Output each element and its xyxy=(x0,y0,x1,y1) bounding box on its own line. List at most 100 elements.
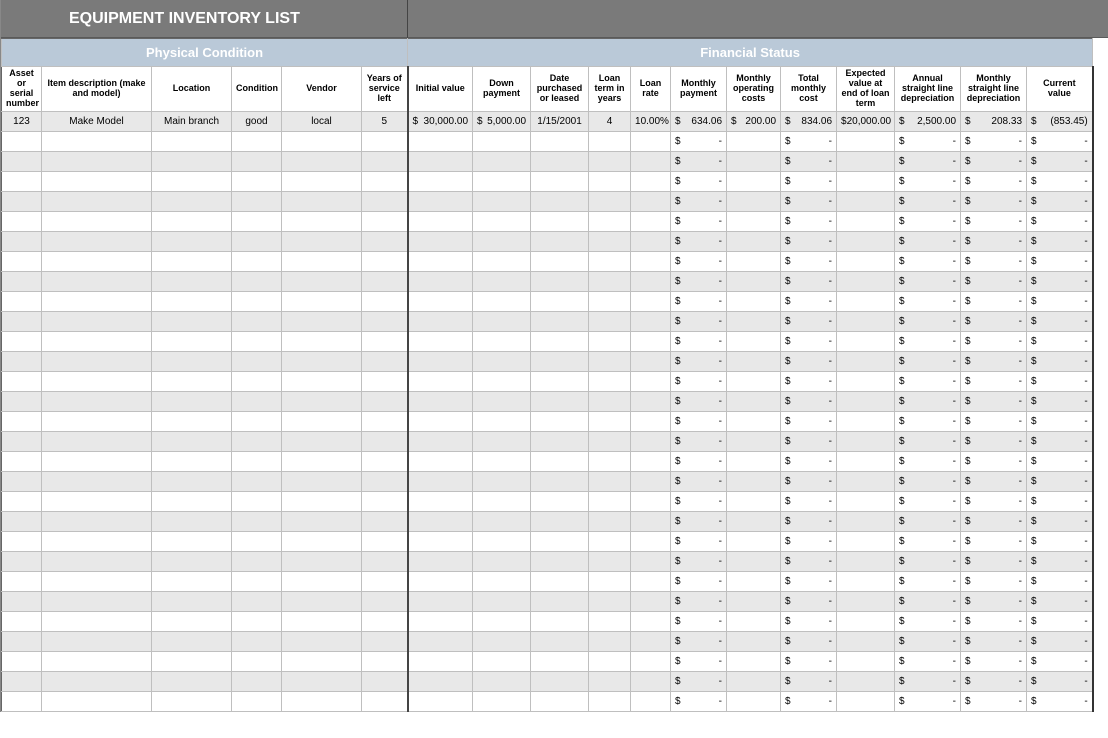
cell[interactable] xyxy=(232,451,282,471)
cell[interactable] xyxy=(362,391,408,411)
cell[interactable] xyxy=(631,251,671,271)
cell[interactable] xyxy=(282,371,362,391)
cell[interactable]: $- xyxy=(1027,591,1093,611)
table-row[interactable]: $-$-$-$-$- xyxy=(2,151,1093,171)
cell[interactable] xyxy=(727,571,781,591)
cell[interactable] xyxy=(2,591,42,611)
cell[interactable] xyxy=(42,371,152,391)
cell[interactable] xyxy=(2,291,42,311)
cell[interactable] xyxy=(727,691,781,711)
cell[interactable] xyxy=(408,471,473,491)
cell[interactable] xyxy=(727,631,781,651)
cell[interactable]: $- xyxy=(961,651,1027,671)
cell[interactable] xyxy=(2,511,42,531)
cell[interactable] xyxy=(837,671,895,691)
cell[interactable] xyxy=(232,371,282,391)
cell[interactable] xyxy=(589,391,631,411)
cell[interactable]: $- xyxy=(895,151,961,171)
cell[interactable]: $- xyxy=(781,171,837,191)
cell[interactable]: $- xyxy=(895,371,961,391)
cell[interactable] xyxy=(473,271,531,291)
cell[interactable] xyxy=(232,431,282,451)
cell[interactable] xyxy=(837,131,895,151)
cell[interactable] xyxy=(232,131,282,151)
cell[interactable]: $- xyxy=(671,631,727,651)
cell[interactable]: $- xyxy=(781,651,837,671)
cell[interactable] xyxy=(408,351,473,371)
cell[interactable]: $- xyxy=(961,291,1027,311)
cell[interactable]: $- xyxy=(781,471,837,491)
cell[interactable] xyxy=(42,271,152,291)
cell[interactable] xyxy=(531,551,589,571)
cell[interactable]: $- xyxy=(671,151,727,171)
cell[interactable] xyxy=(531,351,589,371)
cell[interactable] xyxy=(282,311,362,331)
cell-condition[interactable]: good xyxy=(232,111,282,131)
cell[interactable] xyxy=(531,511,589,531)
cell[interactable]: $- xyxy=(895,311,961,331)
cell[interactable] xyxy=(282,291,362,311)
cell[interactable] xyxy=(42,251,152,271)
cell[interactable] xyxy=(473,151,531,171)
cell[interactable]: $- xyxy=(961,211,1027,231)
cell[interactable] xyxy=(531,411,589,431)
cell[interactable] xyxy=(282,211,362,231)
cell[interactable] xyxy=(232,551,282,571)
cell[interactable] xyxy=(408,671,473,691)
cell[interactable]: $- xyxy=(961,631,1027,651)
cell[interactable] xyxy=(282,671,362,691)
cell[interactable]: $- xyxy=(961,131,1027,151)
cell[interactable] xyxy=(837,571,895,591)
cell[interactable] xyxy=(362,131,408,151)
cell[interactable] xyxy=(42,451,152,471)
table-row[interactable]: $-$-$-$-$- xyxy=(2,211,1093,231)
cell[interactable] xyxy=(42,611,152,631)
cell[interactable] xyxy=(531,651,589,671)
cell[interactable] xyxy=(837,351,895,371)
cell[interactable]: $- xyxy=(781,271,837,291)
cell[interactable] xyxy=(473,211,531,231)
cell[interactable] xyxy=(232,491,282,511)
cell[interactable]: $- xyxy=(961,331,1027,351)
table-row[interactable]: $-$-$-$-$- xyxy=(2,551,1093,571)
cell[interactable] xyxy=(42,231,152,251)
cell[interactable] xyxy=(2,411,42,431)
cell-rate[interactable]: 10.00% xyxy=(631,111,671,131)
cell[interactable]: $- xyxy=(1027,171,1093,191)
cell-exp[interactable]: $20,000.00 xyxy=(837,111,895,131)
table-row[interactable]: $-$-$-$-$- xyxy=(2,451,1093,471)
cell[interactable] xyxy=(42,671,152,691)
cell[interactable] xyxy=(589,251,631,271)
table-row[interactable]: $-$-$-$-$- xyxy=(2,291,1093,311)
cell[interactable] xyxy=(282,391,362,411)
cell[interactable] xyxy=(42,591,152,611)
cell[interactable] xyxy=(531,431,589,451)
cell[interactable] xyxy=(589,651,631,671)
cell[interactable]: $- xyxy=(1027,231,1093,251)
cell[interactable]: $- xyxy=(895,131,961,151)
cell[interactable]: $- xyxy=(781,431,837,451)
cell[interactable] xyxy=(42,571,152,591)
cell[interactable] xyxy=(589,271,631,291)
cell[interactable] xyxy=(362,211,408,231)
cell[interactable]: $- xyxy=(1027,191,1093,211)
cell[interactable] xyxy=(2,611,42,631)
cell[interactable] xyxy=(408,431,473,451)
cell[interactable] xyxy=(837,531,895,551)
cell[interactable] xyxy=(282,531,362,551)
table-row[interactable]: $-$-$-$-$- xyxy=(2,431,1093,451)
cell[interactable] xyxy=(631,351,671,371)
cell[interactable]: $- xyxy=(781,691,837,711)
cell[interactable] xyxy=(473,171,531,191)
cell[interactable] xyxy=(837,431,895,451)
cell[interactable] xyxy=(531,371,589,391)
cell[interactable]: $- xyxy=(781,391,837,411)
cell[interactable] xyxy=(408,311,473,331)
cell[interactable]: $- xyxy=(781,351,837,371)
cell[interactable]: $- xyxy=(671,251,727,271)
cell[interactable] xyxy=(631,471,671,491)
cell[interactable] xyxy=(282,631,362,651)
cell[interactable] xyxy=(727,611,781,631)
cell[interactable] xyxy=(42,211,152,231)
cell[interactable] xyxy=(282,551,362,571)
